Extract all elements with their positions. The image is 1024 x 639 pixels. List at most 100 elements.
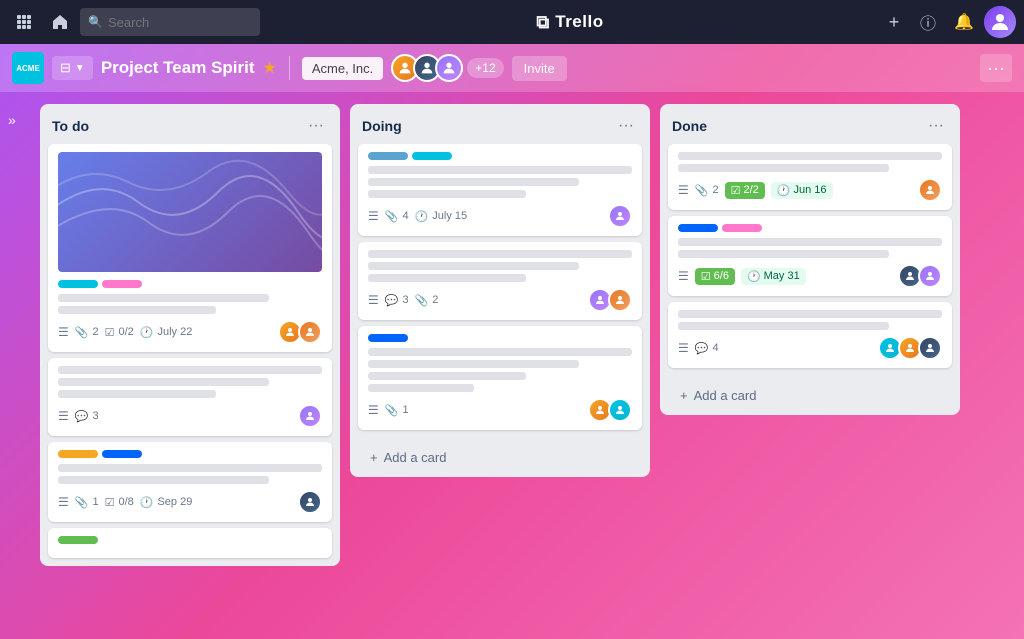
date-badge-value: Jun 16 [793, 184, 826, 196]
paperclip-icon: 📎 [385, 404, 399, 417]
card-member-avatar[interactable] [608, 288, 632, 312]
card-6[interactable]: ☰ 💬 3 📎 2 [358, 242, 642, 320]
board-header: ACME ⊟ ▼ Project Team Spirit ★ Acme, Inc… [0, 44, 1024, 92]
card-member-avatar[interactable] [918, 178, 942, 202]
card-3[interactable]: ☰ 📎 1 ☑ 0/8 🕐 Sep 29 [48, 442, 332, 522]
card-member-avatar[interactable] [608, 204, 632, 228]
list-cards-done: ☰ 📎 2 ☑ 2/2 🕐 Jun 16 [660, 144, 960, 376]
label-light-blue [368, 152, 408, 160]
add-card-doing[interactable]: + Add a card [358, 442, 642, 473]
card-member-avatar[interactable] [918, 264, 942, 288]
list-cards-doing: ☰ 📎 4 🕐 July 15 [350, 144, 650, 438]
text-line [678, 322, 889, 330]
workspace-logo[interactable]: ACME [12, 52, 44, 84]
home-button[interactable] [44, 6, 76, 38]
text-line [368, 166, 632, 174]
label-pink [722, 224, 762, 232]
board-content: » To do ··· [0, 92, 1024, 639]
card-10[interactable]: ☰ 💬 4 [668, 302, 952, 368]
checklist-value: 0/2 [118, 326, 133, 338]
paperclip-icon: 📎 [695, 184, 709, 197]
list-header-todo: To do ··· [40, 104, 340, 144]
search-icon: 🔍 [88, 15, 103, 29]
card-5[interactable]: ☰ 📎 4 🕐 July 15 [358, 144, 642, 236]
member-avatars: +12 [391, 54, 503, 82]
card-3-date: 🕐 Sep 29 [140, 496, 193, 509]
date-badge-8: 🕐 Jun 16 [771, 182, 833, 199]
card-5-footer: ☰ 📎 4 🕐 July 15 [368, 204, 632, 228]
date-badge-9: 🕐 May 31 [741, 268, 806, 285]
card-1[interactable]: ☰ 📎 2 ☑ 0/2 🕐 July 22 [48, 144, 332, 352]
comment-count: 4 [712, 342, 718, 354]
comment-icon: 💬 [385, 294, 399, 307]
card-1-text [58, 294, 322, 314]
list-title-doing: Doing [362, 118, 402, 134]
text-line [678, 164, 889, 172]
add-card-done[interactable]: + Add a card [668, 380, 952, 411]
card-4[interactable] [48, 528, 332, 558]
card-7-footer: ☰ 📎 1 [368, 398, 632, 422]
card-member-avatar[interactable] [298, 490, 322, 514]
add-card-label: Add a card [694, 388, 757, 403]
card-2[interactable]: ☰ 💬 3 [48, 358, 332, 436]
card-8-members [918, 178, 942, 202]
add-button[interactable]: + [880, 6, 908, 38]
card-5-text [368, 166, 632, 198]
star-button[interactable]: ★ [263, 58, 277, 78]
checkbox-icon: ☑ [701, 270, 711, 283]
card-9-footer: ☰ ☑ 6/6 🕐 May 31 [678, 264, 942, 288]
card-10-footer: ☰ 💬 4 [678, 336, 942, 360]
card-7[interactable]: ☰ 📎 1 [358, 326, 642, 430]
info-button[interactable]: ⓘ [912, 6, 944, 38]
chevron-down-icon: ▼ [75, 63, 85, 74]
card-9-text [678, 238, 942, 258]
list-menu-doing[interactable]: ··· [614, 114, 638, 138]
date-value: July 15 [432, 210, 467, 222]
card-8-footer: ☰ 📎 2 ☑ 2/2 🕐 Jun 16 [678, 178, 942, 202]
card-member-avatar[interactable] [298, 404, 322, 428]
sidebar-toggle[interactable]: » [8, 104, 32, 128]
card-member-avatar[interactable] [918, 336, 942, 360]
member-count[interactable]: +12 [467, 58, 503, 78]
card-8[interactable]: ☰ 📎 2 ☑ 2/2 🕐 Jun 16 [668, 144, 952, 210]
clock-icon: 🕐 [777, 184, 791, 197]
text-line [368, 190, 526, 198]
paperclip-icon: 📎 [385, 210, 399, 223]
search-input[interactable] [80, 8, 260, 36]
card-7-attach: 📎 1 [385, 404, 409, 417]
notifications-button[interactable]: 🔔 [948, 6, 980, 38]
card-5-labels [368, 152, 632, 160]
board-title: Project Team Spirit [101, 58, 255, 78]
board-view-button[interactable]: ⊟ ▼ [52, 56, 93, 80]
card-9[interactable]: ☰ ☑ 6/6 🕐 May 31 [668, 216, 952, 296]
clock-icon: 🕐 [140, 326, 154, 339]
card-3-members [298, 490, 322, 514]
workspace-tag[interactable]: Acme, Inc. [302, 57, 383, 80]
list-menu-todo[interactable]: ··· [304, 114, 328, 138]
text-line [58, 294, 269, 302]
user-avatar[interactable] [984, 6, 1016, 38]
checklist-badge-value: 2/2 [743, 184, 758, 196]
comment-icon: 💬 [75, 410, 89, 423]
more-options-button[interactable]: ··· [980, 54, 1012, 82]
card-8-attach: 📎 2 [695, 184, 719, 197]
trello-logo-icon: ⧉ [536, 12, 549, 33]
card-member-avatar[interactable] [608, 398, 632, 422]
checklist-value: 0/8 [118, 496, 133, 508]
attach-count: 4 [402, 210, 408, 222]
clock-icon: 🕐 [140, 496, 154, 509]
text-line [58, 306, 216, 314]
list-menu-done[interactable]: ··· [924, 114, 948, 138]
member-avatar-3[interactable] [435, 54, 463, 82]
info-icon: ⓘ [920, 10, 936, 34]
card-5-attach: 📎 4 [385, 210, 409, 223]
card-5-members [608, 204, 632, 228]
list-header-done: Done ··· [660, 104, 960, 144]
card-6-comments: 💬 3 [385, 294, 409, 307]
card-6-text [368, 250, 632, 282]
invite-button[interactable]: Invite [512, 56, 567, 81]
card-10-text [678, 310, 942, 330]
paperclip-icon: 📎 [75, 326, 89, 339]
grid-menu-icon[interactable] [8, 6, 40, 38]
card-member-avatar[interactable] [298, 320, 322, 344]
